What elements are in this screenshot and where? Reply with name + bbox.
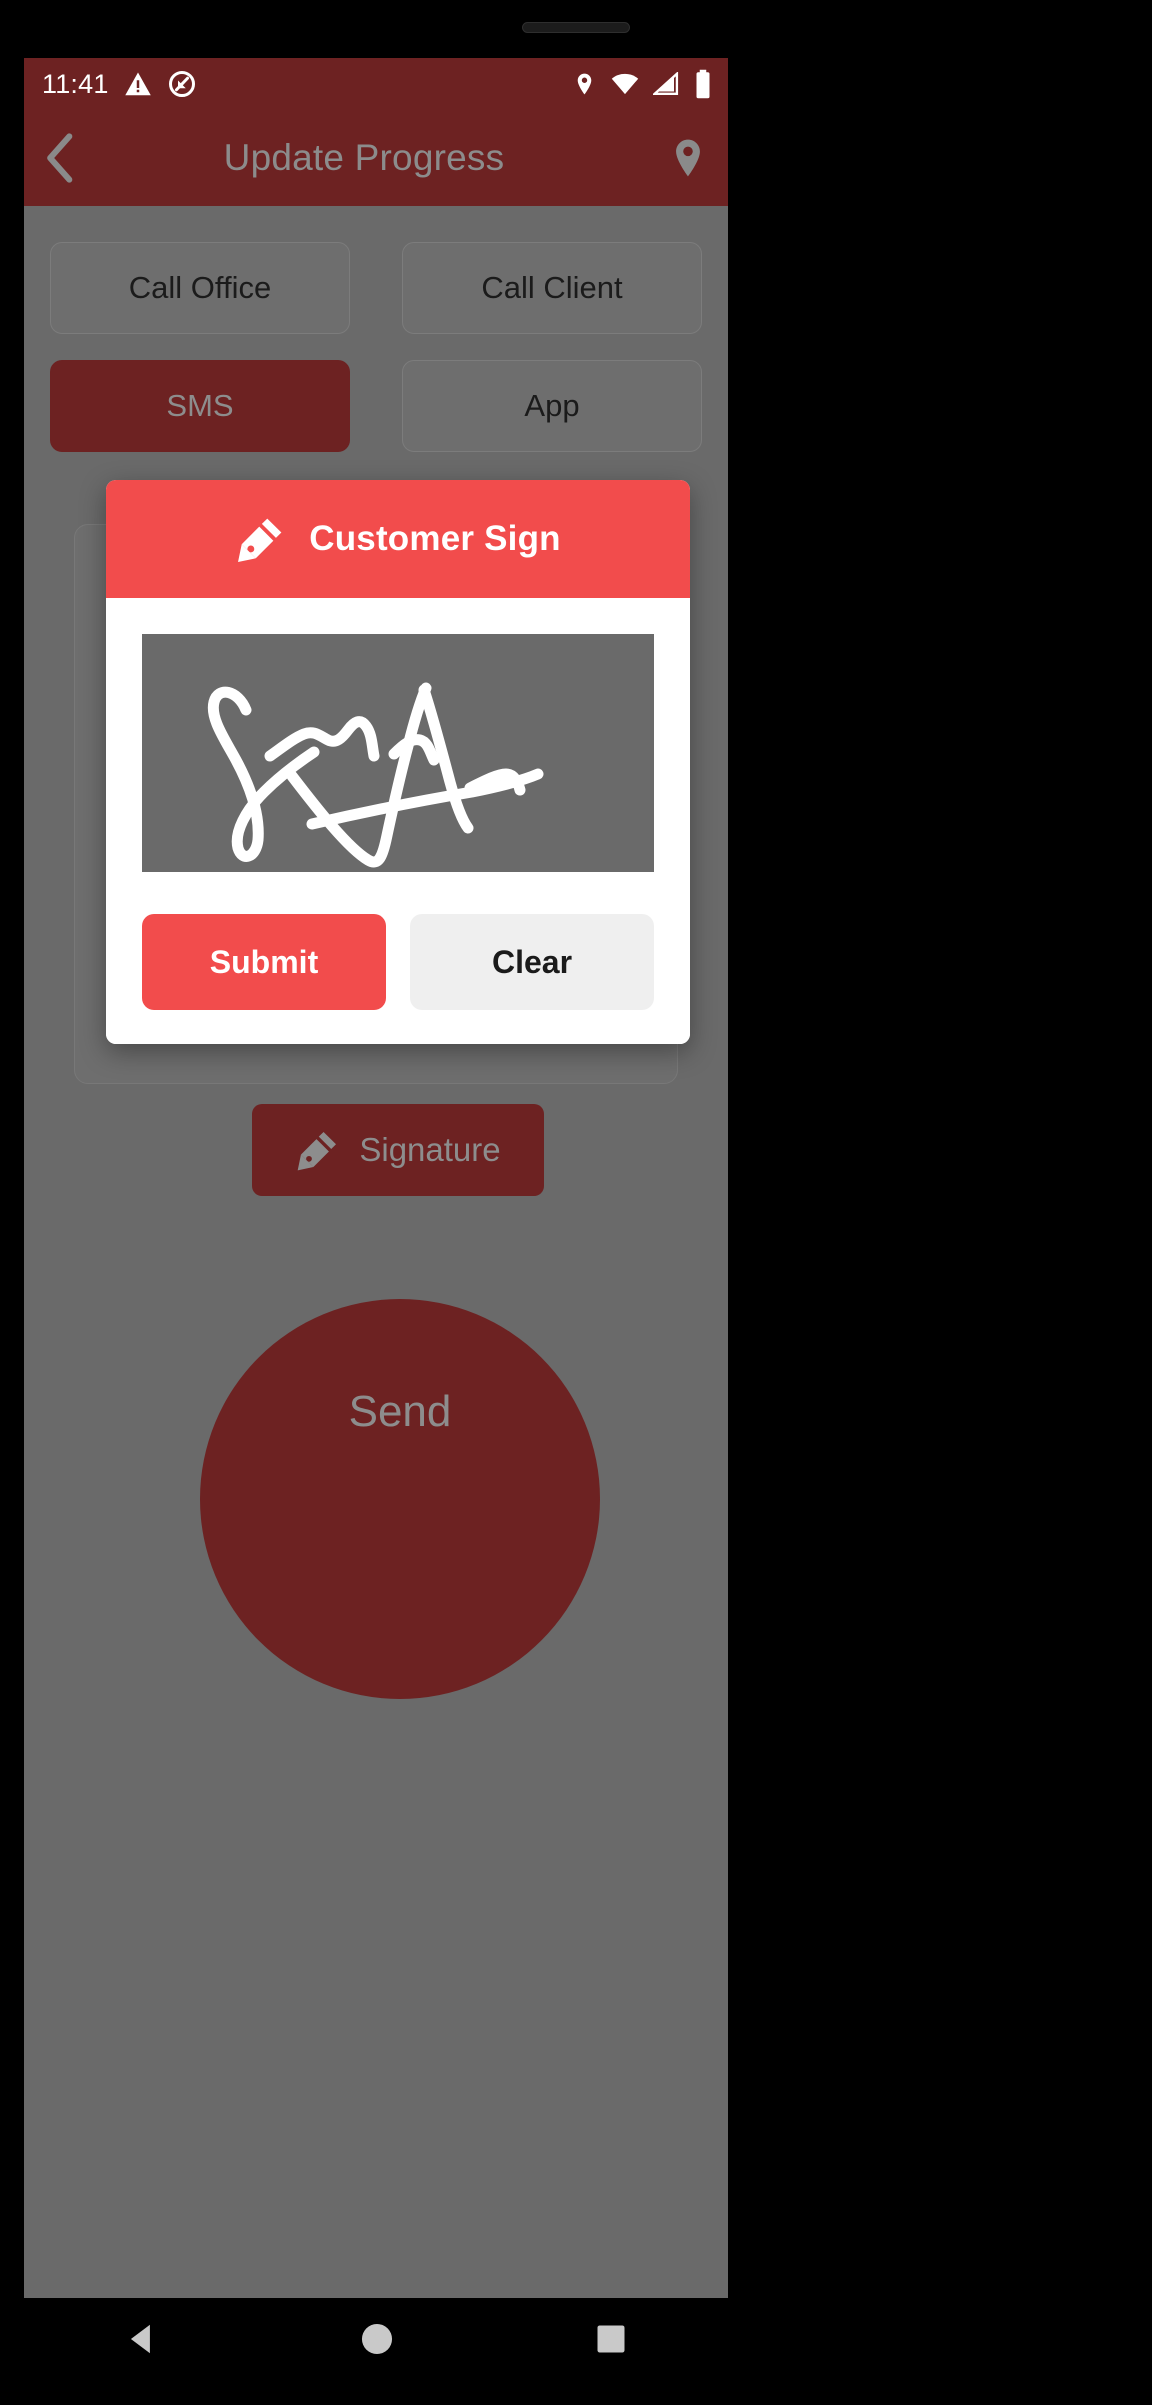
location-pin-icon [577,73,592,95]
customer-sign-dialog: Customer Sign Submit Clear [106,480,690,1044]
system-nav-bar [24,2298,728,2380]
phone-screen: 11:41 Update Progress Call Office Call C… [24,58,728,2298]
call-office-button[interactable]: Call Office [50,242,350,334]
warning-triangle-icon [124,72,151,96]
pen-nib-icon [238,518,282,562]
submit-button[interactable]: Submit [142,914,386,1010]
signature-button[interactable]: Signature [252,1104,544,1196]
nav-recents-button[interactable] [593,2321,629,2357]
dialog-title: Customer Sign [309,519,561,558]
signature-button-label: Signature [359,1131,501,1168]
call-client-button[interactable]: Call Client [402,242,702,334]
square-recents-icon [597,2325,625,2353]
earpiece-speaker [522,22,630,33]
signature-strokes [207,682,544,868]
status-bar-right [572,69,712,99]
nav-back-button[interactable] [123,2320,161,2358]
dialog-body: Submit Clear [106,598,690,1044]
app-bar: Update Progress [24,110,728,206]
contact-button-row-1: Call Office Call Client [50,242,702,334]
app-button[interactable]: App [402,360,702,452]
sms-button[interactable]: SMS [50,360,350,452]
chevron-left-icon [47,133,73,183]
dialog-header: Customer Sign [106,480,690,598]
status-clock: 11:41 [42,68,109,99]
location-pin-icon [676,139,700,177]
wifi-icon [611,73,639,95]
send-button[interactable]: Send [200,1299,600,1699]
send-button-label: Send [348,1387,452,1436]
page-title: Update Progress [223,137,505,178]
battery-icon [696,69,710,99]
nav-home-button[interactable] [358,2320,396,2358]
triangle-back-icon [130,2324,150,2354]
status-bar: 11:41 [24,58,728,110]
map-location-button[interactable] [648,132,728,184]
signature-canvas[interactable] [142,634,654,872]
dialog-action-row: Submit Clear [142,914,654,1010]
clear-button[interactable]: Clear [410,914,654,1010]
status-bar-left: 11:41 [42,69,197,100]
cell-signal-icon [653,72,679,95]
phone-device: 11:41 Update Progress Call Office Call C… [0,0,1152,2405]
circle-home-icon [361,2323,393,2355]
do-not-disturb-icon [168,71,195,97]
contact-button-row-2: SMS App [50,360,702,452]
pen-nib-icon [298,1131,337,1171]
